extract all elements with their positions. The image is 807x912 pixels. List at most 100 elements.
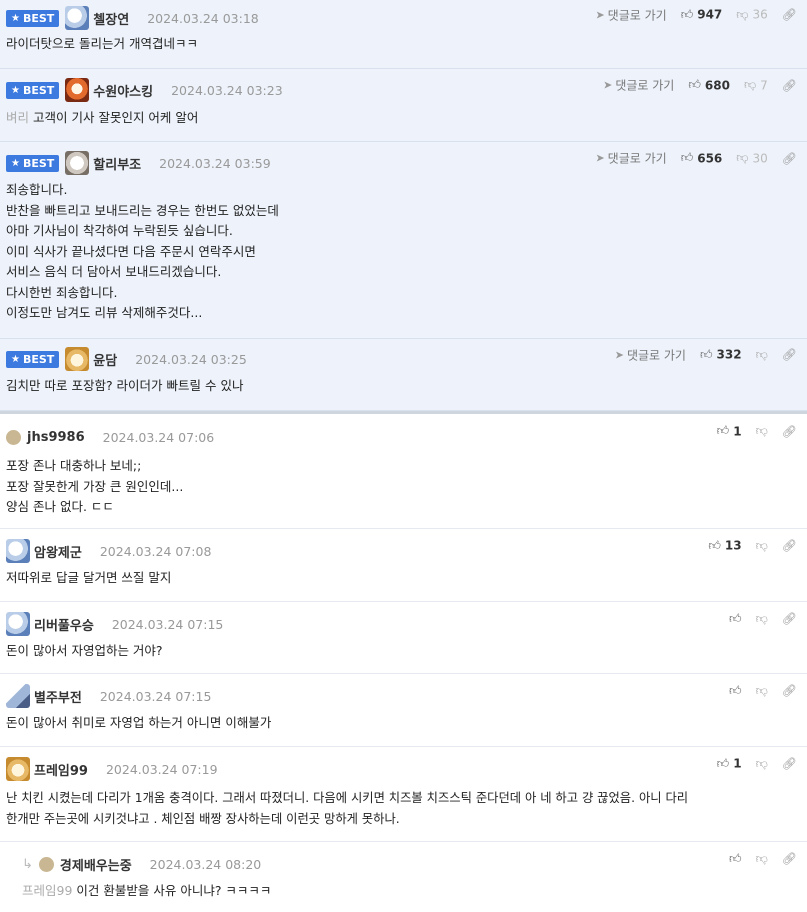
nickname[interactable]: 경제배우는중 bbox=[60, 855, 132, 874]
mention[interactable]: 벼리 bbox=[6, 110, 29, 125]
thumbs-up-icon: 👍︎ bbox=[680, 7, 694, 21]
link-icon[interactable]: 🔗︎ bbox=[782, 424, 797, 438]
avatar[interactable] bbox=[6, 612, 30, 636]
comment-date: 2024.03.24 03:18 bbox=[147, 10, 259, 26]
star-icon: ★ bbox=[11, 84, 20, 96]
avatar[interactable] bbox=[38, 856, 54, 872]
comment-date: 2024.03.24 07:15 bbox=[99, 688, 212, 704]
nickname[interactable]: 리버풀우승 bbox=[34, 615, 94, 634]
star-icon: ★ bbox=[11, 12, 20, 24]
thumbs-down-icon: 👎︎ bbox=[743, 77, 757, 92]
best-badge: ★ BEST bbox=[6, 9, 60, 27]
thumbs-down-icon: 👎︎ bbox=[755, 538, 768, 552]
reply-comment: ↳ 경제배우는중 2024.03.24 08:20 👍︎ 👎︎ 🔗︎ 프레임99… bbox=[0, 842, 807, 912]
comment-date: 2024.03.24 07:08 bbox=[99, 543, 212, 559]
avatar[interactable] bbox=[6, 539, 30, 563]
downvote-button[interactable]: 👎︎ bbox=[756, 756, 768, 771]
comment-date: 2024.03.24 07:15 bbox=[111, 616, 224, 632]
nickname[interactable]: 첼장연 bbox=[93, 9, 129, 28]
downvote-button[interactable]: 👎︎ 36 bbox=[736, 7, 767, 22]
thumbs-down-icon: 👎︎ bbox=[755, 851, 768, 865]
best-comment: ★ BEST 첼장연 2024.03.24 03:18 ➤ 댓글로 가기 👍︎ 947… bbox=[0, 0, 807, 69]
upvote-button[interactable]: 👍︎ bbox=[729, 611, 742, 626]
link-icon[interactable]: 🔗︎ bbox=[782, 684, 797, 698]
downvote-button[interactable]: 👎︎ bbox=[756, 683, 768, 698]
avatar[interactable] bbox=[65, 78, 90, 102]
link-icon[interactable]: 🔗︎ bbox=[782, 852, 797, 866]
goto-comment-link[interactable]: ➤ 댓글로 가기 bbox=[615, 346, 686, 363]
link-icon[interactable]: 🔗︎ bbox=[782, 8, 797, 22]
thumbs-down-icon: 👎︎ bbox=[755, 347, 768, 361]
upvote-button[interactable]: 👍︎ bbox=[729, 683, 742, 698]
upvote-button[interactable]: 👍︎ 656 bbox=[681, 151, 723, 166]
comment: 별주부전 2024.03.24 07:15 👍︎ 👎︎ 🔗︎ 돈이 많아서 취미… bbox=[0, 674, 807, 747]
nickname[interactable]: 수원야스킹 bbox=[93, 81, 153, 100]
thumbs-up-icon: 👍︎ bbox=[729, 611, 742, 625]
avatar[interactable] bbox=[6, 684, 30, 708]
nickname[interactable]: 암왕제군 bbox=[34, 542, 82, 561]
comment-body: 김치만 따로 포장함? 라이더가 빠트릴 수 있나 bbox=[6, 378, 244, 393]
downvote-button[interactable]: 👎︎ bbox=[756, 611, 768, 626]
arrow-icon: ➤ bbox=[595, 8, 605, 21]
thumbs-down-icon: 👎︎ bbox=[736, 150, 749, 165]
goto-comment-link[interactable]: ➤ 댓글로 가기 bbox=[603, 77, 674, 94]
comment-date: 2024.03.24 03:59 bbox=[159, 155, 271, 171]
avatar[interactable] bbox=[65, 347, 90, 371]
downvote-button[interactable]: 👎︎ bbox=[756, 538, 768, 553]
comment: jhs9986 2024.03.24 07:06 👍︎ 1 👎︎ 🔗︎ 포장 존나… bbox=[0, 414, 807, 529]
comment-body: 돈이 많아서 취미로 자영업 하는거 아니면 이해불가 bbox=[6, 715, 272, 730]
goto-comment-link[interactable]: ➤ 댓글로 가기 bbox=[595, 150, 666, 167]
downvote-button[interactable]: 👎︎ bbox=[756, 851, 768, 866]
best-comment: ★ BEST 할리부조 2024.03.24 03:59 ➤ 댓글로 가기 👍︎ 65… bbox=[0, 142, 807, 339]
nickname[interactable]: 윤담 bbox=[93, 350, 117, 369]
mention[interactable]: 프레임99 bbox=[22, 883, 72, 898]
downvote-button[interactable]: 👎︎ 7 bbox=[744, 78, 768, 93]
comment-body: 라이더탓으로 돌리는거 개역겹네ㅋㅋ bbox=[6, 36, 198, 51]
link-icon[interactable]: 🔗︎ bbox=[782, 151, 797, 165]
avatar[interactable] bbox=[6, 429, 21, 445]
thumbs-up-icon: 👍︎ bbox=[688, 77, 701, 92]
avatar[interactable] bbox=[65, 151, 90, 175]
comment-body: 벼리 고객이 기사 잘못인지 어케 알어 bbox=[6, 110, 199, 125]
upvote-button[interactable]: 👍︎ 1 bbox=[717, 756, 742, 771]
avatar[interactable] bbox=[6, 757, 30, 781]
upvote-button[interactable]: 👍︎ bbox=[729, 851, 742, 866]
comment-date: 2024.03.24 03:25 bbox=[135, 351, 247, 367]
nickname[interactable]: jhs9986 bbox=[27, 430, 85, 445]
thumbs-down-icon: 👎︎ bbox=[755, 683, 768, 697]
downvote-button[interactable]: 👎︎ bbox=[756, 347, 768, 362]
goto-comment-link[interactable]: ➤ 댓글로 가기 bbox=[595, 6, 666, 23]
best-comment: ★ BEST 윤담 2024.03.24 03:25 ➤ 댓글로 가기 👍︎ 332 … bbox=[0, 339, 807, 411]
link-icon[interactable]: 🔗︎ bbox=[782, 757, 797, 771]
comment-body: 난 치킨 시켰는데 다리가 1개옴 충격이다. 그래서 따졌더니. 다음에 시키… bbox=[6, 791, 689, 826]
upvote-button[interactable]: 👍︎ 947 bbox=[681, 7, 723, 22]
link-icon[interactable]: 🔗︎ bbox=[782, 348, 797, 362]
nickname[interactable]: 할리부조 bbox=[93, 154, 141, 173]
upvote-button[interactable]: 👍︎ 13 bbox=[708, 538, 741, 553]
arrow-icon: ➤ bbox=[614, 348, 624, 361]
reply-arrow-icon: ↳ bbox=[22, 856, 33, 872]
thumbs-up-icon: 👍︎ bbox=[716, 756, 730, 770]
comment-body: 저따위로 답글 달거면 쓰질 말지 bbox=[6, 570, 172, 585]
star-icon: ★ bbox=[11, 157, 20, 169]
thumbs-down-icon: 👎︎ bbox=[755, 611, 768, 625]
link-icon[interactable]: 🔗︎ bbox=[782, 612, 797, 626]
comment-body: 죄송합니다. 반찬을 빠트리고 보내드리는 경우는 한번도 없었는데 아마 기사… bbox=[6, 182, 279, 320]
downvote-button[interactable]: 👎︎ bbox=[756, 424, 768, 439]
thumbs-down-icon: 👎︎ bbox=[755, 423, 768, 438]
thumbs-up-icon: 👍︎ bbox=[699, 347, 713, 361]
nickname[interactable]: 프레임99 bbox=[34, 760, 88, 779]
downvote-button[interactable]: 👎︎ 30 bbox=[736, 151, 767, 166]
link-icon[interactable]: 🔗︎ bbox=[782, 539, 797, 553]
best-badge: ★ BEST bbox=[6, 350, 60, 368]
best-badge: ★ BEST bbox=[6, 154, 60, 172]
upvote-button[interactable]: 👍︎ 1 bbox=[717, 424, 742, 439]
avatar[interactable] bbox=[65, 6, 90, 30]
comment-date: 2024.03.24 03:23 bbox=[171, 82, 283, 98]
comment-body: 돈이 많아서 자영업하는 거야? bbox=[6, 643, 163, 658]
thumbs-up-icon: 👍︎ bbox=[680, 150, 694, 165]
nickname[interactable]: 별주부전 bbox=[34, 687, 82, 706]
link-icon[interactable]: 🔗︎ bbox=[782, 78, 797, 92]
upvote-button[interactable]: 👍︎ 680 bbox=[688, 78, 730, 93]
upvote-button[interactable]: 👍︎ 332 bbox=[700, 347, 742, 362]
